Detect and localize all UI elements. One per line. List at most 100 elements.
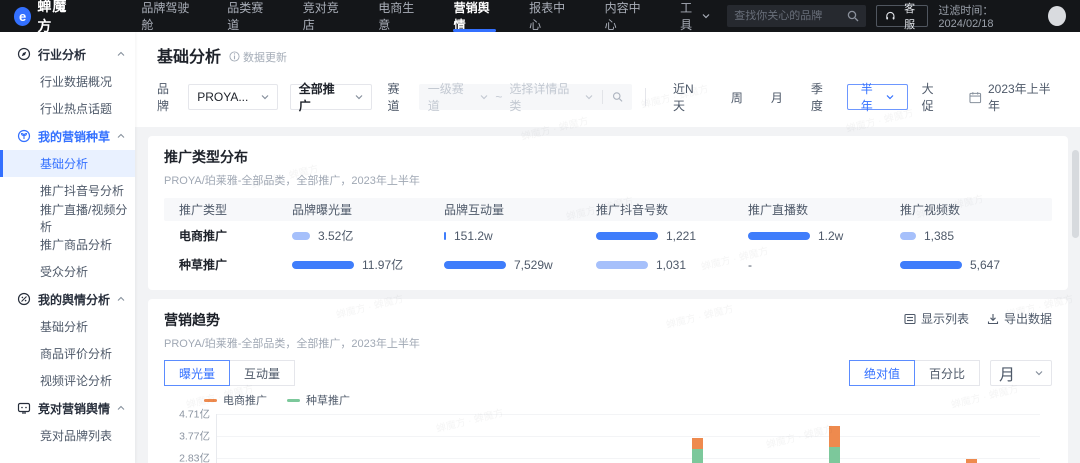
cell-value: 7,529w xyxy=(514,257,553,272)
nav-item-1[interactable]: 品类赛道 xyxy=(210,0,285,32)
time-tab-2[interactable]: 月 xyxy=(757,84,797,110)
chevron-up-icon xyxy=(117,296,125,301)
granularity-select[interactable]: 月 xyxy=(990,360,1052,386)
sidebar-group-1[interactable]: 我的营销种草 xyxy=(0,122,135,150)
brand-filter-label: 品牌 xyxy=(157,82,170,113)
scrollbar-thumb[interactable] xyxy=(1072,150,1079,238)
category-range-select[interactable]: 一级赛道 ~ 选择详情品类 xyxy=(418,82,633,113)
sidebar-item-0-0[interactable]: 行业数据概况 xyxy=(0,68,135,95)
table-header-row: 推广类型 品牌曝光量 品牌互动量 推广抖音号数 推广直播数 推广视频数 xyxy=(164,198,1052,221)
sidebar-group-2[interactable]: 我的舆情分析 xyxy=(0,285,135,313)
cell-value: - xyxy=(748,257,752,272)
distribution-subtitle: PROYA/珀莱雅-全部品类，全部推广，2023年上半年 xyxy=(164,175,420,187)
distribution-title: 推广类型分布 xyxy=(164,149,248,165)
trend-subtitle: PROYA/珀莱雅-全部品类，全部推广，2023年上半年 xyxy=(164,338,420,350)
value-bar xyxy=(900,231,916,240)
sidebar-group-3[interactable]: 竞对营销舆情 xyxy=(0,394,135,422)
export-data-button[interactable]: 导出数据 xyxy=(987,310,1052,327)
chevron-down-icon xyxy=(355,95,362,100)
chevron-up-icon xyxy=(117,133,125,138)
time-tab-1[interactable]: 周 xyxy=(717,84,757,110)
legend-swatch xyxy=(287,398,300,402)
search-icon[interactable] xyxy=(612,91,623,103)
stacked-bar-2023/05 xyxy=(828,414,840,463)
stacked-bar-2023/03 xyxy=(554,414,565,463)
legend-item-0[interactable]: 电商推广 xyxy=(204,392,267,408)
app-root: e 蝉魔方 品牌驾驶舱品类赛道竞对竞店电商生意营销舆情报表中心内容中心工具 客服 xyxy=(0,0,1080,463)
sidebar-item-1-0[interactable]: 基础分析 xyxy=(0,150,135,177)
headset-icon xyxy=(886,11,895,20)
metric-tab-1[interactable]: 互动量 xyxy=(229,360,296,386)
value-bar xyxy=(596,231,658,240)
table-row: 电商推广 3.52亿 151.2w 1,221 1.2w 1,385 xyxy=(164,221,1052,250)
export-data-label: 导出数据 xyxy=(1003,312,1052,326)
show-list-label: 显示列表 xyxy=(920,312,969,326)
trend-title: 营销趋势 xyxy=(164,312,220,328)
compass-icon xyxy=(17,47,31,61)
sidebar-item-1-4[interactable]: 受众分析 xyxy=(0,258,135,285)
range-tilde: ~ xyxy=(495,90,503,104)
main-content: 基础分析 数据更新 品牌 PROYA... 全部推广 赛道 一级赛道 ~ 选择详… xyxy=(135,32,1080,463)
sidebar-item-1-3[interactable]: 推广商品分析 xyxy=(0,231,135,258)
vertical-scrollbar[interactable] xyxy=(1072,32,1079,463)
table-cell: 1.2w xyxy=(748,229,900,243)
brand-search-input[interactable] xyxy=(734,10,848,22)
nav-item-0[interactable]: 品牌驾驶舱 xyxy=(124,0,210,32)
show-list-button[interactable]: 显示列表 xyxy=(904,310,969,327)
brand-search[interactable] xyxy=(727,5,867,27)
value-tab-0[interactable]: 绝对值 xyxy=(848,360,915,386)
monitor-icon xyxy=(17,402,31,414)
sidebar-group-label: 行业分析 xyxy=(38,47,87,62)
nav-item-6[interactable]: 内容中心 xyxy=(588,0,663,32)
sidebar-item-2-0[interactable]: 基础分析 xyxy=(0,313,135,340)
date-range-picker[interactable]: 2023年上半年 xyxy=(969,80,1060,114)
distribution-table: 推广类型 品牌曝光量 品牌互动量 推广抖音号数 推广直播数 推广视频数 电商推广 3.52亿 1… xyxy=(164,198,1052,279)
nav-item-5[interactable]: 报表中心 xyxy=(512,0,587,32)
calendar-icon xyxy=(969,91,982,103)
time-tab-4[interactable]: 半年 xyxy=(846,82,908,113)
sidebar-group-0[interactable]: 行业分析 xyxy=(0,40,135,68)
sidebar-item-0-1[interactable]: 行业热点话题 xyxy=(0,95,135,122)
cell-value: 151.2w xyxy=(454,228,493,243)
legend-item-1[interactable]: 种草推广 xyxy=(287,392,350,408)
table-cell: 7,529w xyxy=(444,258,596,272)
gridline xyxy=(217,435,1040,437)
trend-tools: 显示列表 导出数据 xyxy=(904,310,1052,327)
avatar[interactable] xyxy=(1047,6,1066,26)
table-cell: 151.2w xyxy=(444,229,596,243)
value-bar xyxy=(900,260,962,269)
filter-time-text: 过滤时间：2024/02/18 xyxy=(938,5,994,30)
time-tab-3[interactable]: 季度 xyxy=(797,82,847,113)
column-header: 推广抖音号数 xyxy=(596,203,669,217)
sidebar-item-1-2[interactable]: 推广直播/视频分析 xyxy=(0,203,135,234)
table-cell: 1,221 xyxy=(596,229,748,243)
chevron-down-icon xyxy=(480,95,488,100)
time-tab-5[interactable]: 大促 xyxy=(908,82,958,113)
table-cell: 1,031 xyxy=(596,258,748,272)
time-tab-0[interactable]: 近N天 xyxy=(659,82,717,113)
value-tab-1[interactable]: 百分比 xyxy=(913,360,980,386)
page-header: 基础分析 数据更新 品牌 PROYA... 全部推广 赛道 一级赛道 ~ 选择详… xyxy=(135,32,1080,127)
customer-service-button[interactable]: 客服 xyxy=(876,3,929,31)
sidebar-item-3-0[interactable]: 竞对品牌列表 xyxy=(0,422,135,449)
y-axis-tick: 4.71亿 xyxy=(179,408,210,421)
data-update-note[interactable]: 数据更新 xyxy=(229,49,287,65)
sidebar-item-2-2[interactable]: 视频评论分析 xyxy=(0,367,135,394)
nav-item-3[interactable]: 电商生意 xyxy=(361,0,436,32)
brand-select[interactable]: PROYA... xyxy=(188,84,278,110)
promotion-type-select[interactable]: 全部推广 xyxy=(289,82,372,113)
chart-plot-area: 4.71亿3.77亿2.83亿1.89亿9,427.1w02023/012023… xyxy=(179,409,1040,463)
nav-item-7[interactable]: 工具 xyxy=(663,0,727,32)
table-cell: - xyxy=(748,258,900,272)
nav-item-2[interactable]: 竞对竞店 xyxy=(286,0,361,32)
metric-tab-0[interactable]: 曝光量 xyxy=(164,360,231,386)
customer-service-label: 客服 xyxy=(904,3,916,31)
row-type-label: 电商推广 xyxy=(179,229,228,243)
nav-item-4[interactable]: 营销舆情 xyxy=(437,0,512,32)
y-axis-tick: 3.77亿 xyxy=(179,430,210,443)
divider xyxy=(645,88,647,106)
sidebar-item-2-1[interactable]: 商品评价分析 xyxy=(0,340,135,367)
search-icon[interactable] xyxy=(847,10,859,22)
logo[interactable]: e 蝉魔方 xyxy=(14,0,78,36)
value-mode-tabs: 绝对值 百分比 xyxy=(848,360,980,386)
